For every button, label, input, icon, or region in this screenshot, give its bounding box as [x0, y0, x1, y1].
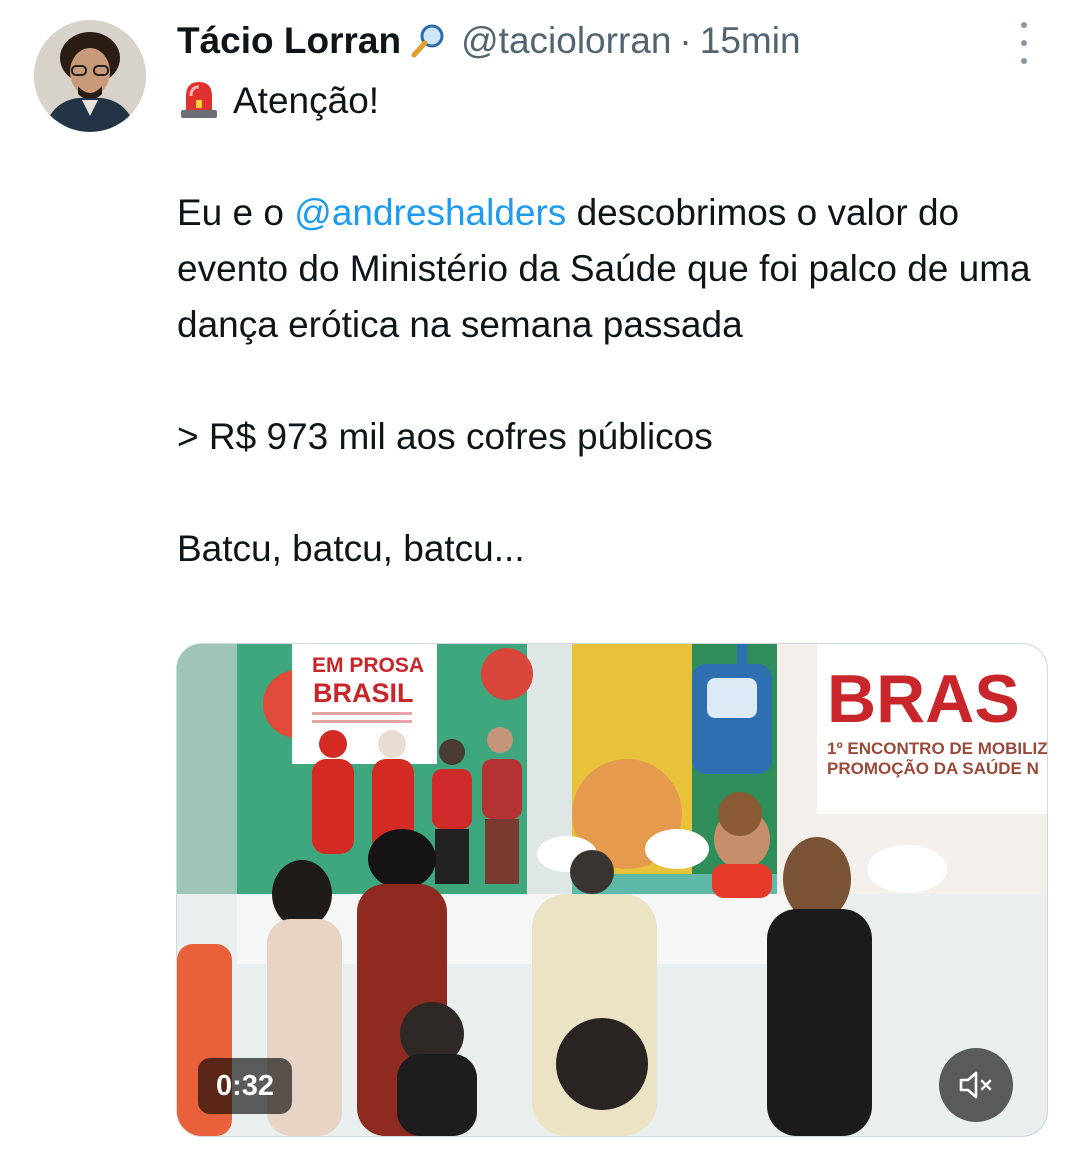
separator-dot: ·	[679, 20, 692, 61]
author-name[interactable]: Tácio Lorran	[177, 20, 401, 62]
more-dot	[1021, 40, 1027, 46]
alert-line: Atenção!	[177, 73, 1037, 129]
banner-right-line1: 1º ENCONTRO DE MOBILIZ	[827, 739, 1047, 758]
avatar[interactable]	[34, 20, 146, 132]
banner-left-line1: EM PROSA	[312, 654, 424, 677]
tweet-card: Tácio Lorran @taciolorran · 15min Atençã…	[0, 0, 1080, 1157]
more-dot	[1021, 58, 1027, 64]
avatar-photo	[34, 20, 146, 132]
police-siren-icon	[177, 76, 221, 120]
paragraph-discovery: Eu e o @andreshalders descobrimos o valo…	[177, 185, 1037, 353]
banner-right-line2: PROMOÇÃO DA SAÚDE N	[827, 758, 1039, 778]
paragraph-closing: Batcu, batcu, batcu...	[177, 528, 525, 569]
tweet-header: Tácio Lorran @taciolorran · 15min	[177, 18, 801, 64]
banner-right-title: BRAS	[827, 661, 1020, 737]
video-player[interactable]: EM PROSA BRASIL BRAS 1º ENCONTRO DE MOBI…	[176, 643, 1048, 1137]
text-segment: Eu e o	[177, 192, 295, 233]
alert-text: Atenção!	[233, 80, 380, 121]
magnifying-glass-icon	[409, 22, 447, 60]
mention-link[interactable]: @andreshalders	[294, 192, 566, 233]
video-duration-badge: 0:32	[198, 1058, 292, 1114]
tweet-text: Atenção! Eu e o @andreshalders descobrim…	[177, 73, 1037, 577]
mute-button[interactable]	[939, 1048, 1013, 1122]
video-frame: EM PROSA BRASIL BRAS 1º ENCONTRO DE MOBI…	[177, 644, 1047, 1136]
timestamp[interactable]: 15min	[700, 20, 801, 62]
more-options-button[interactable]	[1004, 22, 1044, 64]
paragraph-value: > R$ 973 mil aos cofres públicos	[177, 416, 713, 457]
banner-left-line2: BRASIL	[313, 678, 414, 708]
more-dot	[1021, 22, 1027, 28]
speaker-muted-icon	[959, 1071, 992, 1099]
author-handle[interactable]: @taciolorran	[461, 20, 671, 62]
